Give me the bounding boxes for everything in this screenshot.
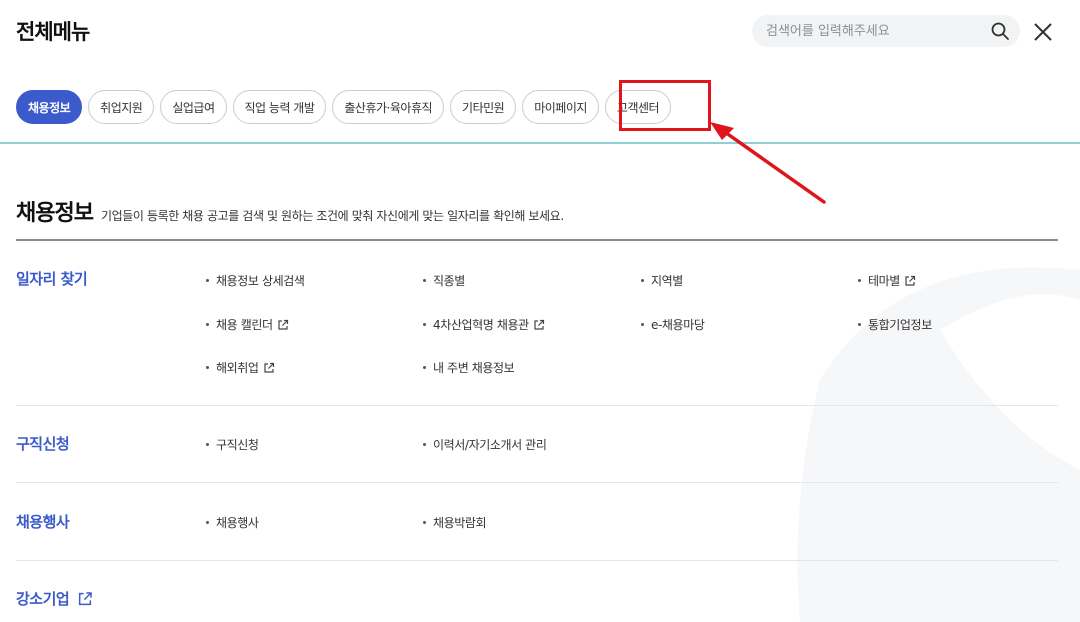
bullet-icon bbox=[641, 323, 644, 326]
tab-unemployment-benefits[interactable]: 실업급여 bbox=[160, 90, 227, 124]
external-link-icon bbox=[263, 362, 274, 373]
tab-parental-leave[interactable]: 출산휴가·육아휴직 bbox=[332, 90, 445, 124]
highlight-box bbox=[619, 80, 711, 131]
tab-vocational-training[interactable]: 직업 능력 개발 bbox=[232, 90, 327, 124]
tab-employment-support[interactable]: 취업지원 bbox=[88, 90, 155, 124]
external-link-icon bbox=[79, 591, 92, 605]
page-title: 전체메뉴 bbox=[16, 20, 90, 44]
category-divider bbox=[16, 405, 1058, 406]
bullet-icon bbox=[641, 279, 644, 282]
link-by-region[interactable]: 지역별 bbox=[641, 272, 683, 289]
category-label: 강소기업 bbox=[16, 590, 70, 608]
link-job-application[interactable]: 구직신청 bbox=[206, 436, 259, 453]
bullet-icon bbox=[858, 279, 861, 282]
link-resume-management[interactable]: 이력서/자기소개서 관리 bbox=[423, 436, 547, 453]
search-input[interactable] bbox=[766, 15, 986, 47]
tabs-divider bbox=[0, 142, 1080, 144]
bullet-icon bbox=[423, 323, 426, 326]
link-company-info[interactable]: 통합기업정보 bbox=[858, 316, 932, 333]
section-title: 채용정보 bbox=[16, 201, 94, 226]
bullet-icon bbox=[423, 366, 426, 369]
category-job-application[interactable]: 구직신청 bbox=[16, 433, 70, 454]
link-4th-industry-hall[interactable]: 4차산업혁명 채용관 bbox=[423, 316, 545, 333]
bullet-icon bbox=[423, 279, 426, 282]
link-job-fair[interactable]: 채용박람회 bbox=[423, 514, 487, 531]
tab-other-services[interactable]: 기타민원 bbox=[450, 90, 517, 124]
close-icon[interactable] bbox=[1031, 20, 1055, 44]
bullet-icon bbox=[206, 279, 209, 282]
link-by-occupation[interactable]: 직종별 bbox=[423, 272, 465, 289]
section-header: 채용정보 기업들이 등록한 채용 공고를 검색 및 원하는 조건에 맞춰 자신에… bbox=[16, 195, 564, 227]
link-nearby-jobs[interactable]: 내 주변 채용정보 bbox=[423, 359, 515, 376]
bullet-icon bbox=[423, 443, 426, 446]
link-by-theme[interactable]: 테마별 bbox=[858, 272, 916, 289]
menu-tabs: 채용정보 취업지원 실업급여 직업 능력 개발 출산휴가·육아휴직 기타민원 마… bbox=[16, 90, 672, 124]
tab-my-page[interactable]: 마이페이지 bbox=[522, 90, 599, 124]
link-overseas-jobs[interactable]: 해외취업 bbox=[206, 359, 275, 376]
category-job-search[interactable]: 일자리 찾기 bbox=[16, 268, 88, 289]
annotation-arrow bbox=[710, 122, 826, 204]
search-box[interactable] bbox=[752, 15, 1020, 47]
bullet-icon bbox=[206, 521, 209, 524]
menu-header: 전체메뉴 bbox=[0, 0, 1080, 64]
link-e-recruitment[interactable]: e-채용마당 bbox=[641, 316, 705, 333]
link-recruitment-events[interactable]: 채용행사 bbox=[206, 514, 259, 531]
section-divider bbox=[16, 239, 1058, 241]
bullet-icon bbox=[206, 323, 209, 326]
bullet-icon bbox=[423, 521, 426, 524]
search-icon[interactable] bbox=[990, 21, 1010, 41]
category-divider bbox=[16, 482, 1058, 483]
link-detailed-search[interactable]: 채용정보 상세검색 bbox=[206, 272, 305, 289]
bullet-icon bbox=[206, 366, 209, 369]
link-recruitment-calendar[interactable]: 채용 캘린더 bbox=[206, 316, 289, 333]
external-link-icon bbox=[534, 319, 544, 330]
external-link-icon bbox=[905, 275, 916, 286]
category-recruitment-events[interactable]: 채용행사 bbox=[16, 511, 70, 532]
bullet-icon bbox=[858, 323, 861, 326]
external-link-icon bbox=[278, 319, 288, 330]
tab-job-info[interactable]: 채용정보 bbox=[16, 90, 83, 124]
section-description: 기업들이 등록한 채용 공고를 검색 및 원하는 조건에 맞춰 자신에게 맞는 … bbox=[100, 209, 564, 223]
category-small-giant-companies[interactable]: 강소기업 bbox=[16, 588, 93, 609]
bullet-icon bbox=[206, 443, 209, 446]
category-divider bbox=[16, 560, 1058, 561]
